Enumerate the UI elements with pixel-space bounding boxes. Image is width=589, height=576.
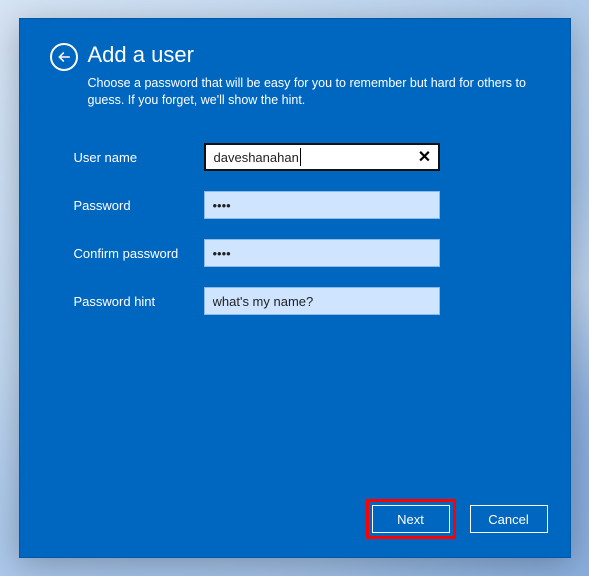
form: User name ✕ Password Confirm password xyxy=(20,109,570,315)
clear-username-button[interactable]: ✕ xyxy=(414,146,436,168)
row-confirm: Confirm password xyxy=(74,239,540,267)
title-block: Add a user Choose a password that will b… xyxy=(88,41,540,109)
dialog-title: Add a user xyxy=(88,41,540,69)
password-field-wrap xyxy=(204,191,440,219)
back-button[interactable] xyxy=(50,43,78,71)
label-username: User name xyxy=(74,150,204,165)
password-hint-input[interactable] xyxy=(204,287,440,315)
next-button[interactable]: Next xyxy=(372,505,450,533)
hint-field-wrap xyxy=(204,287,440,315)
label-confirm: Confirm password xyxy=(74,246,204,261)
password-input[interactable] xyxy=(204,191,440,219)
add-user-dialog: Add a user Choose a password that will b… xyxy=(19,18,571,558)
dialog-subtitle: Choose a password that will be easy for … xyxy=(88,75,528,109)
username-field-wrap: ✕ xyxy=(204,143,440,171)
dialog-header: Add a user Choose a password that will b… xyxy=(20,19,570,109)
row-username: User name ✕ xyxy=(74,143,540,171)
desktop-background: Add a user Choose a password that will b… xyxy=(0,0,589,576)
text-caret xyxy=(300,148,301,166)
confirm-password-input[interactable] xyxy=(204,239,440,267)
cancel-button[interactable]: Cancel xyxy=(470,505,548,533)
label-password: Password xyxy=(74,198,204,213)
close-icon: ✕ xyxy=(418,147,431,167)
confirm-field-wrap xyxy=(204,239,440,267)
row-hint: Password hint xyxy=(74,287,540,315)
back-arrow-icon xyxy=(57,50,71,64)
label-hint: Password hint xyxy=(74,294,204,309)
next-button-highlight: Next xyxy=(366,499,456,539)
username-input[interactable] xyxy=(204,143,440,171)
dialog-footer: Next Cancel xyxy=(366,499,548,539)
row-password: Password xyxy=(74,191,540,219)
